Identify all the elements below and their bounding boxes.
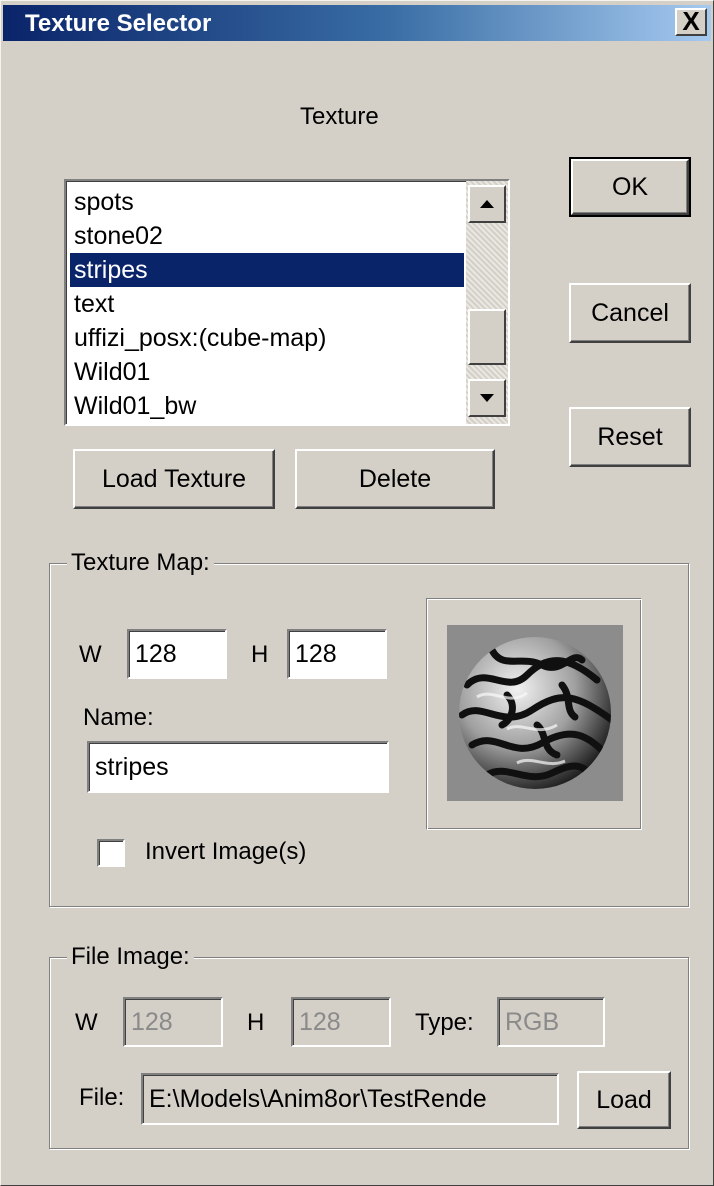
- close-icon: X: [682, 6, 700, 36]
- list-item-selected[interactable]: stripes: [70, 253, 464, 287]
- texture-map-legend: Texture Map:: [67, 549, 214, 577]
- load-texture-button[interactable]: Load Texture: [73, 449, 275, 509]
- file-type-field: RGB: [497, 997, 605, 1047]
- file-image-legend: File Image:: [67, 943, 194, 971]
- arrow-down-icon: [480, 394, 494, 402]
- list-item[interactable]: text: [70, 287, 464, 321]
- tex-width-input[interactable]: 128: [127, 629, 227, 679]
- list-item[interactable]: Wild01_bw: [70, 389, 464, 423]
- delete-button[interactable]: Delete: [295, 449, 495, 509]
- reset-button[interactable]: Reset: [569, 407, 691, 467]
- scroll-up-button[interactable]: [468, 185, 506, 223]
- file-path-field: E:\Models\Anim8or\TestRende: [141, 1073, 559, 1125]
- tex-height-label: H: [251, 641, 269, 668]
- scroll-thumb[interactable]: [468, 309, 506, 365]
- list-scrollbar[interactable]: [466, 181, 508, 424]
- name-field[interactable]: stripes: [87, 741, 389, 793]
- texture-list[interactable]: spots stone02 stripes text uffizi_posx:(…: [64, 179, 510, 426]
- ok-button[interactable]: OK: [569, 157, 691, 217]
- title-bar[interactable]: Texture Selector X: [3, 5, 711, 41]
- file-type-label: Type:: [415, 1009, 474, 1036]
- file-path-label: File:: [79, 1084, 125, 1111]
- file-width-field: 128: [123, 997, 223, 1047]
- list-item[interactable]: uffizi_posx:(cube-map): [70, 321, 464, 355]
- invert-image-checkbox[interactable]: [97, 839, 125, 867]
- texture-selector-dialog: Texture Selector X Texture spots stone02…: [0, 0, 714, 1186]
- tex-width-label: W: [79, 641, 102, 668]
- name-label: Name:: [83, 704, 154, 731]
- load-file-button[interactable]: Load: [577, 1071, 671, 1129]
- file-height-field: 128: [291, 997, 391, 1047]
- close-button[interactable]: X: [675, 8, 707, 36]
- scroll-down-button[interactable]: [468, 379, 506, 417]
- file-height-label: H: [247, 1009, 265, 1036]
- textured-sphere-preview-icon: [447, 625, 623, 801]
- list-item[interactable]: stone02: [70, 219, 464, 253]
- tex-height-input[interactable]: 128: [287, 629, 387, 679]
- texture-heading: Texture: [300, 103, 379, 130]
- file-width-label: W: [75, 1009, 98, 1036]
- list-item[interactable]: spots: [70, 185, 464, 219]
- invert-image-label: Invert Image(s): [145, 838, 307, 865]
- list-item[interactable]: Wild01: [70, 355, 464, 389]
- window-title: Texture Selector: [25, 10, 212, 37]
- cancel-button[interactable]: Cancel: [569, 283, 691, 343]
- arrow-up-icon: [480, 200, 494, 208]
